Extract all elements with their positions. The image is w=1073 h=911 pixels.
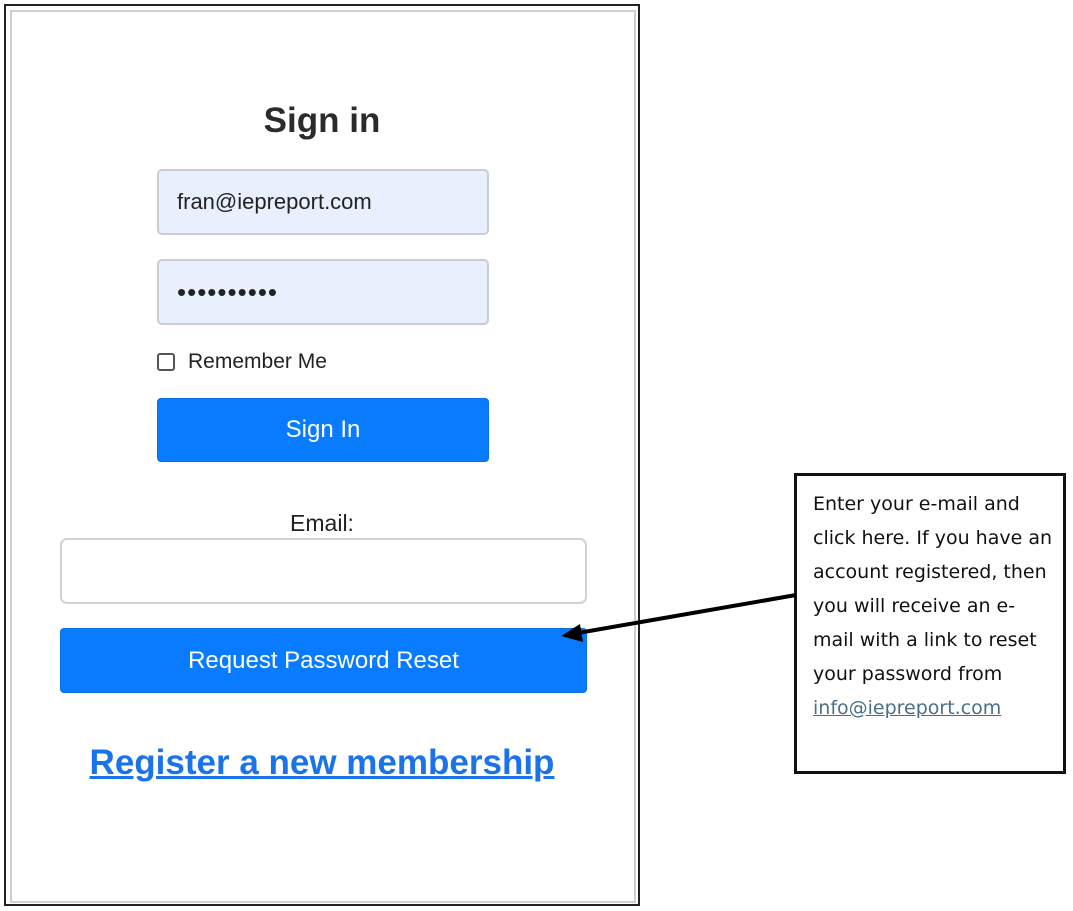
remember-me-row[interactable]: Remember Me	[157, 348, 327, 376]
request-password-reset-button[interactable]: Request Password Reset	[60, 628, 587, 693]
email-field[interactable]	[157, 169, 489, 235]
remember-me-checkbox[interactable]	[157, 353, 175, 371]
register-membership-link[interactable]: Register a new membership	[4, 743, 640, 783]
instruction-callout: Enter your e-mail and click here. If you…	[794, 473, 1066, 774]
reset-email-label: Email:	[290, 510, 354, 536]
callout-email-link[interactable]: info@iepreport.com	[813, 697, 1001, 719]
page-title: Sign in	[263, 101, 381, 140]
password-field[interactable]	[157, 259, 489, 325]
sign-in-button[interactable]: Sign In	[157, 398, 489, 462]
reset-email-input[interactable]	[60, 538, 587, 604]
remember-me-label: Remember Me	[188, 350, 327, 373]
callout-text: Enter your e-mail and click here. If you…	[813, 493, 1053, 685]
